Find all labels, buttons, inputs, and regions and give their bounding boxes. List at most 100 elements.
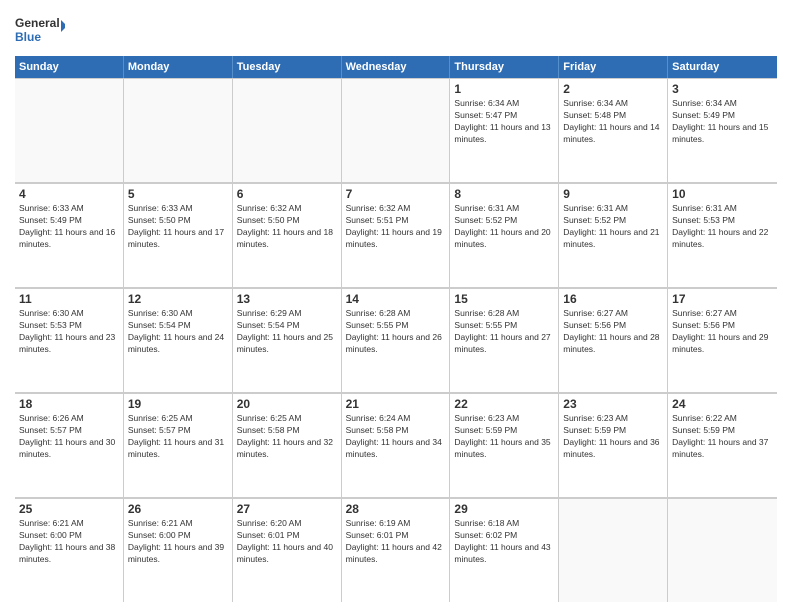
sunrise-text: Sunrise: 6:25 AM [128, 413, 228, 425]
day-cell-26: 26 Sunrise: 6:21 AM Sunset: 6:00 PM Dayl… [124, 498, 233, 602]
day-cell-20: 20 Sunrise: 6:25 AM Sunset: 5:58 PM Dayl… [233, 393, 342, 497]
day-cell-21: 21 Sunrise: 6:24 AM Sunset: 5:58 PM Dayl… [342, 393, 451, 497]
sunset-text: Sunset: 5:54 PM [128, 320, 228, 332]
day-cell-2: 2 Sunrise: 6:34 AM Sunset: 5:48 PM Dayli… [559, 78, 668, 182]
sunset-text: Sunset: 6:00 PM [128, 530, 228, 542]
daylight-text: Daylight: 11 hours and 42 minutes. [346, 542, 446, 566]
day-cell-8: 8 Sunrise: 6:31 AM Sunset: 5:52 PM Dayli… [450, 183, 559, 287]
daylight-text: Daylight: 11 hours and 27 minutes. [454, 332, 554, 356]
day-cell-12: 12 Sunrise: 6:30 AM Sunset: 5:54 PM Dayl… [124, 288, 233, 392]
daylight-text: Daylight: 11 hours and 21 minutes. [563, 227, 663, 251]
sunrise-text: Sunrise: 6:22 AM [672, 413, 773, 425]
sunrise-text: Sunrise: 6:34 AM [563, 98, 663, 110]
week-1: 1 Sunrise: 6:34 AM Sunset: 5:47 PM Dayli… [15, 78, 777, 183]
sunset-text: Sunset: 5:59 PM [672, 425, 773, 437]
day-number: 2 [563, 82, 663, 96]
day-number: 28 [346, 502, 446, 516]
daylight-text: Daylight: 11 hours and 26 minutes. [346, 332, 446, 356]
header-day-saturday: Saturday [668, 56, 777, 78]
sunset-text: Sunset: 5:51 PM [346, 215, 446, 227]
sunrise-text: Sunrise: 6:34 AM [672, 98, 773, 110]
daylight-text: Daylight: 11 hours and 14 minutes. [563, 122, 663, 146]
header-day-monday: Monday [124, 56, 233, 78]
day-cell-16: 16 Sunrise: 6:27 AM Sunset: 5:56 PM Dayl… [559, 288, 668, 392]
day-number: 18 [19, 397, 119, 411]
header-day-friday: Friday [559, 56, 668, 78]
day-cell-14: 14 Sunrise: 6:28 AM Sunset: 5:55 PM Dayl… [342, 288, 451, 392]
day-number: 23 [563, 397, 663, 411]
day-number: 25 [19, 502, 119, 516]
sunset-text: Sunset: 5:59 PM [563, 425, 663, 437]
daylight-text: Daylight: 11 hours and 17 minutes. [128, 227, 228, 251]
sunset-text: Sunset: 5:52 PM [563, 215, 663, 227]
sunrise-text: Sunrise: 6:31 AM [672, 203, 773, 215]
sunset-text: Sunset: 5:56 PM [672, 320, 773, 332]
week-2: 4 Sunrise: 6:33 AM Sunset: 5:49 PM Dayli… [15, 183, 777, 288]
sunrise-text: Sunrise: 6:25 AM [237, 413, 337, 425]
header-day-thursday: Thursday [450, 56, 559, 78]
day-number: 10 [672, 187, 773, 201]
day-cell-6: 6 Sunrise: 6:32 AM Sunset: 5:50 PM Dayli… [233, 183, 342, 287]
empty-cell [124, 78, 233, 182]
day-cell-17: 17 Sunrise: 6:27 AM Sunset: 5:56 PM Dayl… [668, 288, 777, 392]
sunset-text: Sunset: 5:50 PM [237, 215, 337, 227]
day-cell-22: 22 Sunrise: 6:23 AM Sunset: 5:59 PM Dayl… [450, 393, 559, 497]
calendar: SundayMondayTuesdayWednesdayThursdayFrid… [15, 56, 777, 602]
daylight-text: Daylight: 11 hours and 43 minutes. [454, 542, 554, 566]
daylight-text: Daylight: 11 hours and 38 minutes. [19, 542, 119, 566]
day-number: 22 [454, 397, 554, 411]
sunrise-text: Sunrise: 6:34 AM [454, 98, 554, 110]
daylight-text: Daylight: 11 hours and 23 minutes. [19, 332, 119, 356]
sunset-text: Sunset: 5:52 PM [454, 215, 554, 227]
day-cell-7: 7 Sunrise: 6:32 AM Sunset: 5:51 PM Dayli… [342, 183, 451, 287]
sunrise-text: Sunrise: 6:33 AM [19, 203, 119, 215]
svg-text:Blue: Blue [15, 30, 41, 44]
sunrise-text: Sunrise: 6:18 AM [454, 518, 554, 530]
day-number: 16 [563, 292, 663, 306]
sunrise-text: Sunrise: 6:24 AM [346, 413, 446, 425]
sunset-text: Sunset: 6:01 PM [346, 530, 446, 542]
daylight-text: Daylight: 11 hours and 39 minutes. [128, 542, 228, 566]
page: General Blue SundayMondayTuesdayWednesda… [0, 0, 792, 612]
day-number: 12 [128, 292, 228, 306]
daylight-text: Daylight: 11 hours and 37 minutes. [672, 437, 773, 461]
day-number: 24 [672, 397, 773, 411]
sunset-text: Sunset: 5:57 PM [19, 425, 119, 437]
daylight-text: Daylight: 11 hours and 15 minutes. [672, 122, 773, 146]
sunset-text: Sunset: 5:58 PM [346, 425, 446, 437]
sunrise-text: Sunrise: 6:32 AM [346, 203, 446, 215]
day-cell-15: 15 Sunrise: 6:28 AM Sunset: 5:55 PM Dayl… [450, 288, 559, 392]
day-cell-19: 19 Sunrise: 6:25 AM Sunset: 5:57 PM Dayl… [124, 393, 233, 497]
day-number: 27 [237, 502, 337, 516]
sunset-text: Sunset: 5:57 PM [128, 425, 228, 437]
week-5: 25 Sunrise: 6:21 AM Sunset: 6:00 PM Dayl… [15, 498, 777, 602]
sunrise-text: Sunrise: 6:28 AM [346, 308, 446, 320]
sunrise-text: Sunrise: 6:32 AM [237, 203, 337, 215]
daylight-text: Daylight: 11 hours and 32 minutes. [237, 437, 337, 461]
day-cell-25: 25 Sunrise: 6:21 AM Sunset: 6:00 PM Dayl… [15, 498, 124, 602]
day-number: 13 [237, 292, 337, 306]
logo: General Blue [15, 10, 65, 50]
day-cell-29: 29 Sunrise: 6:18 AM Sunset: 6:02 PM Dayl… [450, 498, 559, 602]
daylight-text: Daylight: 11 hours and 22 minutes. [672, 227, 773, 251]
day-number: 11 [19, 292, 119, 306]
day-cell-5: 5 Sunrise: 6:33 AM Sunset: 5:50 PM Dayli… [124, 183, 233, 287]
day-cell-23: 23 Sunrise: 6:23 AM Sunset: 5:59 PM Dayl… [559, 393, 668, 497]
day-number: 4 [19, 187, 119, 201]
empty-cell [342, 78, 451, 182]
sunset-text: Sunset: 5:47 PM [454, 110, 554, 122]
day-cell-18: 18 Sunrise: 6:26 AM Sunset: 5:57 PM Dayl… [15, 393, 124, 497]
sunset-text: Sunset: 6:01 PM [237, 530, 337, 542]
daylight-text: Daylight: 11 hours and 34 minutes. [346, 437, 446, 461]
day-cell-1: 1 Sunrise: 6:34 AM Sunset: 5:47 PM Dayli… [450, 78, 559, 182]
daylight-text: Daylight: 11 hours and 25 minutes. [237, 332, 337, 356]
header-day-tuesday: Tuesday [233, 56, 342, 78]
day-cell-27: 27 Sunrise: 6:20 AM Sunset: 6:01 PM Dayl… [233, 498, 342, 602]
sunset-text: Sunset: 5:49 PM [19, 215, 119, 227]
sunset-text: Sunset: 5:58 PM [237, 425, 337, 437]
daylight-text: Daylight: 11 hours and 35 minutes. [454, 437, 554, 461]
sunrise-text: Sunrise: 6:29 AM [237, 308, 337, 320]
daylight-text: Daylight: 11 hours and 30 minutes. [19, 437, 119, 461]
day-cell-24: 24 Sunrise: 6:22 AM Sunset: 5:59 PM Dayl… [668, 393, 777, 497]
day-number: 8 [454, 187, 554, 201]
